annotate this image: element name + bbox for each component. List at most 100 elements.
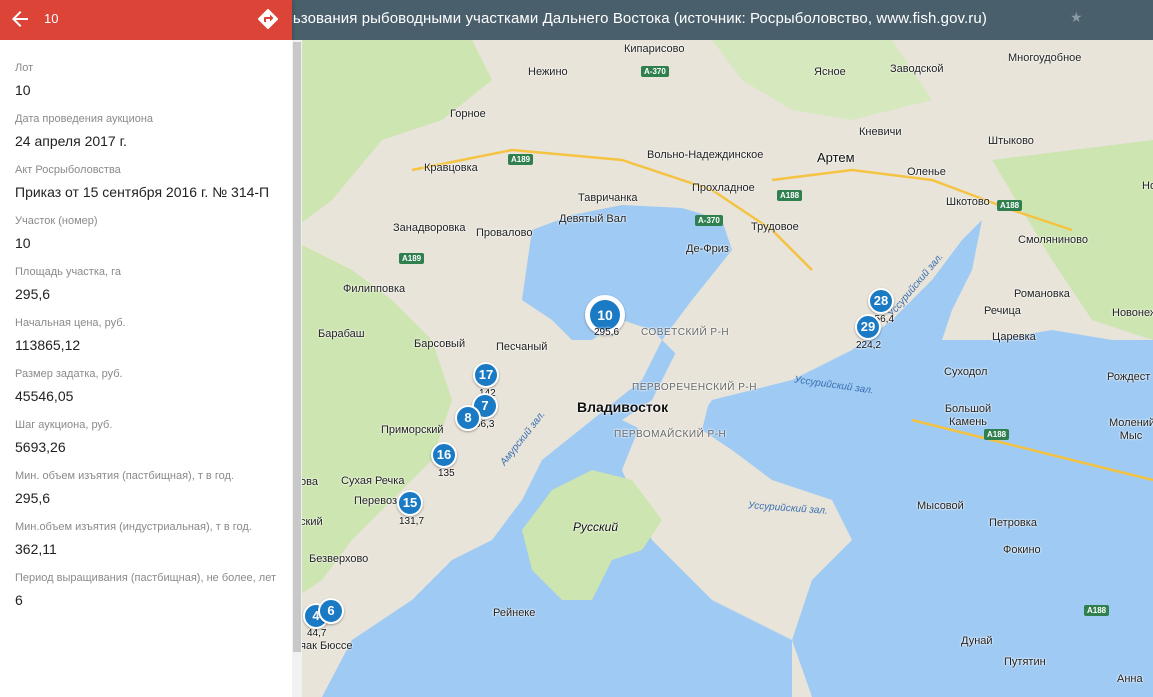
field-growth-period: Период выращивания (пастбищная), не боле… [15,572,277,609]
place-label: Кравцовка [424,162,478,174]
field-act: Акт Росрыболовства Приказ от 15 сентября… [15,164,277,201]
field-label: Мин.объем изъятия (индустриальная), т в … [15,521,252,533]
lot-marker[interactable]: 17 [473,362,499,388]
place-label: Прохладное [692,182,755,194]
place-label: Рейнеке [493,607,536,619]
field-value: 295,6 [15,490,51,506]
place-label: Молений Мыс [1109,417,1153,442]
place-label: яак Бюссе [300,640,353,652]
field-label: Участок (номер) [15,215,98,227]
road-shield: А-370 [641,66,669,77]
field-start-price: Начальная цена, руб. 113865,12 [15,317,277,354]
map-title-bar: льзования рыбоводными участками Дальнего… [292,0,1153,40]
place-label: ский [300,516,323,528]
place-label: Заводской [890,63,944,75]
map-canvas[interactable]: Кипарисово Нежино Ясное Заводской Многоу… [292,40,1153,697]
place-label: Трудовое [751,221,799,233]
scrollbar-thumb[interactable] [293,42,301,652]
place-label: Горное [450,108,486,120]
place-label: Рождест [1107,371,1151,383]
road-shield: А189 [399,253,425,264]
field-label: Дата проведения аукциона [15,113,154,125]
marker-area-label: 44,7 [307,628,327,639]
lot-marker[interactable]: 8 [455,405,481,431]
place-label: Кневичи [859,126,902,138]
place-label: Путятин [1004,656,1046,668]
field-value: 362,11 [15,541,57,557]
place-label: Барабаш [318,328,365,340]
field-lot: Лот 10 [15,62,277,99]
place-label: Шкотово [946,196,990,208]
place-label: ова [300,476,318,488]
field-plot-number: Участок (номер) 10 [15,215,277,252]
lot-marker[interactable]: 6 [318,598,344,624]
panel-header: 10 [0,0,292,40]
field-value: 6 [15,592,23,608]
lot-marker[interactable]: 29 [855,314,881,340]
place-label: Безверхово [309,553,369,565]
field-label: Акт Росрыболовства [15,164,121,176]
field-label: Мин. объем изъятия (пастбищная), т в год… [15,470,234,482]
place-label: Анна [1117,673,1143,685]
field-label: Размер задатка, руб. [15,368,123,380]
field-label: Период выращивания (пастбищная), не боле… [15,572,276,584]
place-label: Песчаный [496,341,548,353]
arrow-back-icon[interactable] [8,7,32,31]
place-label: Перевоз [354,495,398,507]
place-label: Провалово [476,227,533,239]
place-label: Оленье [907,166,946,178]
place-label: Смоляниново [1018,234,1089,246]
directions-icon[interactable] [256,7,280,31]
road-shield: А-370 [695,215,723,226]
field-value: 10 [15,235,31,251]
marker-area-label: 295,6 [594,327,620,338]
field-auction-step: Шаг аукциона, руб. 5693,26 [15,419,277,456]
field-label: Начальная цена, руб. [15,317,126,329]
field-value: 10 [15,82,31,98]
place-label: Многоудобное [1008,52,1082,64]
field-value: 45546,05 [15,388,74,404]
place-label: Речица [984,305,1021,317]
road-shield: А188 [1084,605,1110,616]
marker-area-label: 135 [438,468,455,479]
field-value: 113865,12 [15,337,81,353]
district-label: ПЕРВОРЕЧЕНСКИЙ Р-Н [632,382,757,393]
place-label: Фокино [1003,544,1041,556]
place-label: Сухая Речка [341,475,405,487]
island-label: Русский [573,520,619,534]
place-label: Девятый Вал [559,213,627,225]
road-shield: А188 [777,190,803,201]
place-label: Занадворовка [393,222,466,234]
road-shield: А188 [984,429,1010,440]
map-title: льзования рыбоводными участками Дальнего… [292,10,987,27]
place-label: Петровка [989,517,1037,529]
field-value: 24 апреля 2017 г. [15,133,127,149]
place-label: Большой Камень [944,403,992,428]
field-label: Площадь участка, га [15,266,121,278]
place-label: Царевка [992,331,1036,343]
place-label: Артем [817,150,855,165]
panel-scrollbar[interactable] [292,40,302,697]
lot-marker[interactable]: 15 [397,490,423,516]
place-label: Ясное [814,66,846,78]
field-min-pasture: Мин. объем изъятия (пастбищная), т в год… [15,470,277,507]
road-shield: А189 [508,154,534,165]
place-label: Но [1142,180,1153,192]
field-list: Лот 10 Дата проведения аукциона 24 апрел… [0,40,292,609]
field-min-industrial: Мин.объем изъятия (индустриальная), т в … [15,521,277,558]
lot-marker[interactable]: 16 [431,442,457,468]
marker-area-label: 224,2 [856,340,882,351]
place-label: Де-Фриз [686,243,729,255]
detail-panel: 10 Лот 10 Дата проведения аукциона 24 ап… [0,0,292,697]
place-label: Дунай [961,635,993,647]
lot-marker[interactable]: 28 [868,288,894,314]
place-label: Романовка [1014,288,1070,300]
field-label: Шаг аукциона, руб. [15,419,113,431]
road-shield: А188 [997,200,1023,211]
place-label: Новонеж [1112,307,1153,319]
star-icon[interactable]: ★ [1070,9,1083,26]
place-label: Приморский [381,424,444,436]
place-label: Нежино [528,66,568,78]
place-label: Кипарисово [624,43,685,55]
place-label: Тавричанка [578,192,638,204]
